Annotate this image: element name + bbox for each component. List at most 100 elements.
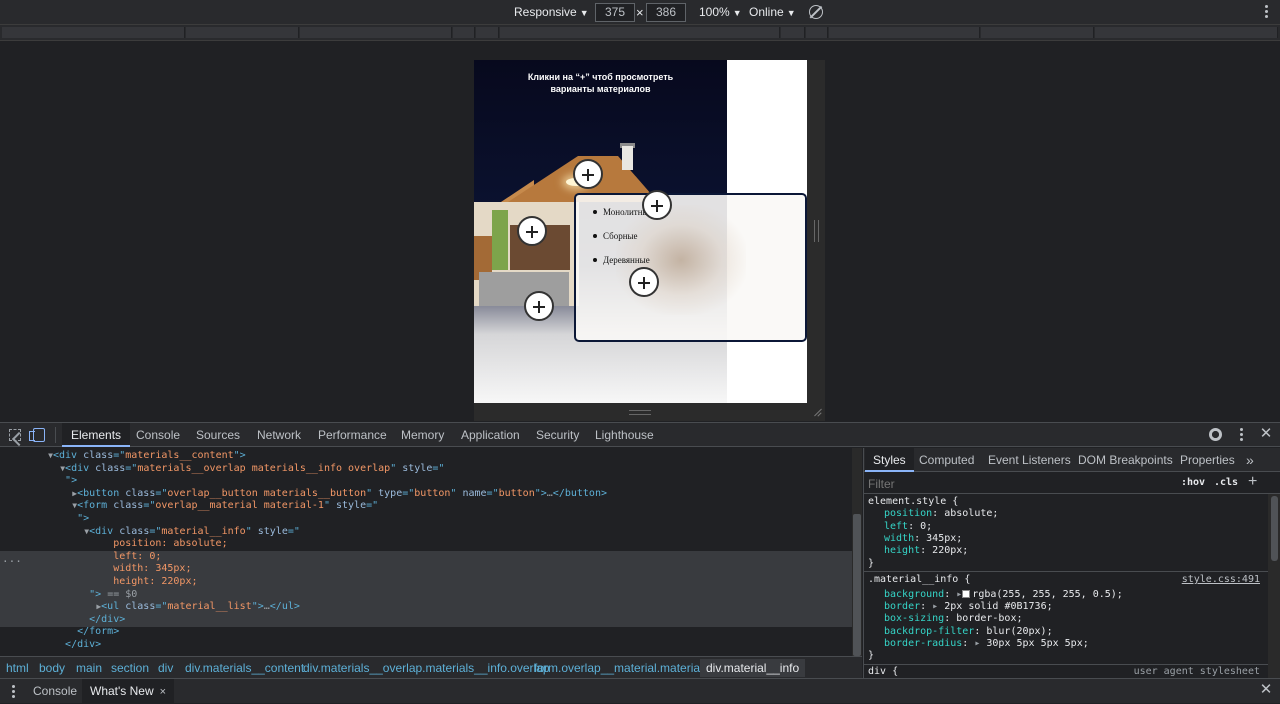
media-query-segment[interactable] <box>981 27 1094 38</box>
media-query-segment[interactable] <box>829 27 980 38</box>
breadcrumb-item[interactable]: form.overlap__material.material-1 <box>534 661 713 675</box>
elements-scrollbar[interactable] <box>852 448 862 656</box>
media-query-bar <box>0 25 1280 41</box>
drawer-tab-whats-new[interactable]: What's New × <box>82 679 175 703</box>
breadcrumb-item[interactable]: html <box>6 661 29 675</box>
dom-tree-line[interactable]: ▼<div class="materials__content"> <box>0 450 852 463</box>
color-swatch[interactable] <box>962 589 971 598</box>
material-item-prefab[interactable]: Сборные <box>592 229 653 253</box>
breadcrumb-item[interactable]: div <box>158 661 173 675</box>
resize-handle-bottom[interactable] <box>474 403 825 421</box>
dom-tree-line[interactable]: position: absolute; <box>0 538 852 551</box>
drawer-tab-console[interactable]: Console <box>25 679 85 703</box>
media-query-segment[interactable] <box>500 27 780 38</box>
tab-memory[interactable]: Memory <box>392 423 453 447</box>
plus-button-attic[interactable] <box>642 190 672 220</box>
dom-tree-line[interactable]: height: 220px; <box>0 576 852 589</box>
tab-network[interactable]: Network <box>248 423 310 447</box>
drawer-menu-icon[interactable] <box>12 685 15 700</box>
resize-corner-icon[interactable] <box>812 407 822 417</box>
plus-button-wall[interactable] <box>517 216 547 246</box>
breadcrumb-item[interactable]: div.materials__overlap.materials__info.o… <box>303 661 550 675</box>
media-query-segment[interactable] <box>2 27 185 38</box>
breadcrumb-item[interactable]: div.materials__content <box>185 661 304 675</box>
dom-tree-line[interactable]: </form> <box>0 626 852 639</box>
chevron-down-icon: ▼ <box>786 8 796 18</box>
inspect-element-icon[interactable] <box>9 429 21 441</box>
tab-elements[interactable]: Elements <box>62 423 131 447</box>
tab-security[interactable]: Security <box>527 423 588 447</box>
style-property[interactable]: border: ▸ 2px solid #0B1736; <box>864 601 1268 613</box>
media-query-segment[interactable] <box>806 27 828 38</box>
styles-scrollbar[interactable] <box>1268 494 1280 678</box>
dom-tree-line[interactable]: "> <box>0 475 852 488</box>
more-options-icon[interactable] <box>1240 428 1243 443</box>
rule-close: } <box>868 650 875 662</box>
tab-event-listeners[interactable]: Event Listeners <box>980 448 1079 472</box>
breadcrumb-item[interactable]: body <box>39 661 65 675</box>
more-tabs-icon[interactable]: » <box>1238 448 1262 472</box>
responsive-dropdown[interactable]: Responsive ▼ <box>514 4 589 21</box>
device-width-input[interactable]: 375 <box>595 3 635 22</box>
breadcrumb-item[interactable]: main <box>76 661 102 675</box>
settings-gear-icon[interactable] <box>1209 428 1222 441</box>
dom-tree-line[interactable]: width: 345px; <box>0 563 852 576</box>
more-options-icon[interactable] <box>1265 5 1268 20</box>
style-property[interactable]: position: absolute; <box>864 508 1268 520</box>
tab-properties[interactable]: Properties <box>1172 448 1243 472</box>
breadcrumb-item-active[interactable]: div.material__info <box>700 659 806 677</box>
close-tab-icon[interactable]: × <box>160 686 166 698</box>
style-property[interactable]: box-sizing: border-box; <box>864 613 1268 625</box>
add-style-rule-icon[interactable]: + <box>1248 473 1257 491</box>
tab-performance[interactable]: Performance <box>309 423 396 447</box>
dom-tree-line[interactable]: left: 0; <box>0 551 852 564</box>
plus-button-foundation[interactable] <box>524 291 554 321</box>
dom-tree-line[interactable]: </div> <box>0 639 852 652</box>
style-property[interactable]: border-radius: ▸ 30px 5px 5px 5px; <box>864 638 1268 650</box>
dom-tree-line[interactable]: ▼<div class="material__info" style=" <box>0 526 852 539</box>
style-property[interactable]: background: ▸ rgba(255, 255, 255, 0.5); <box>864 589 1268 601</box>
media-query-segment[interactable] <box>453 27 475 38</box>
plus-button-roof[interactable] <box>573 159 603 189</box>
divider <box>55 427 56 443</box>
breadcrumb-item[interactable]: section <box>111 661 149 675</box>
media-query-segment[interactable] <box>1095 27 1278 38</box>
dom-tree-line[interactable]: ▶<ul class="material__list">…</ul> <box>0 601 852 614</box>
hover-state-toggle[interactable]: :hov <box>1181 477 1205 488</box>
tab-dom-breakpoints[interactable]: DOM Breakpoints <box>1070 448 1181 472</box>
source-link[interactable]: style.css:491 <box>1182 574 1260 586</box>
rotate-icon[interactable] <box>809 5 823 19</box>
tab-styles[interactable]: Styles <box>865 448 914 472</box>
dom-tree-line[interactable]: </div> <box>0 614 852 627</box>
close-devtools-icon[interactable]: ✕ <box>1259 426 1273 441</box>
zoom-dropdown[interactable]: 100% ▼ <box>699 4 742 21</box>
media-query-segment[interactable] <box>300 27 452 38</box>
media-query-segment[interactable] <box>476 27 499 38</box>
class-toggle[interactable]: .cls <box>1214 477 1238 488</box>
dom-tree-line[interactable]: ▼<form class="overlap__material material… <box>0 500 852 513</box>
style-property[interactable]: left: 0; <box>864 521 1268 533</box>
tab-console[interactable]: Console <box>127 423 189 447</box>
close-drawer-icon[interactable]: ✕ <box>1259 682 1273 697</box>
dom-tree-line[interactable]: ▼<div class="materials__overlap material… <box>0 463 852 476</box>
device-toolbar-icon[interactable] <box>29 428 45 442</box>
resize-handle-right[interactable] <box>807 60 825 403</box>
dom-tree-line[interactable]: "> == $0 <box>0 589 852 602</box>
styles-filter-input[interactable] <box>868 475 1173 492</box>
style-property[interactable]: backdrop-filter: blur(20px); <box>864 626 1268 638</box>
tab-sources[interactable]: Sources <box>187 423 249 447</box>
throttle-dropdown[interactable]: Online ▼ <box>749 4 796 21</box>
media-query-segment[interactable] <box>186 27 299 38</box>
dom-tree-line[interactable]: ▶<button class="overlap__button material… <box>0 488 852 501</box>
chevron-down-icon: ▼ <box>732 8 742 18</box>
style-property[interactable]: height: 220px; <box>864 545 1268 557</box>
zoom-label: 100% <box>699 5 730 19</box>
style-property[interactable]: width: 345px; <box>864 533 1268 545</box>
tab-computed[interactable]: Computed <box>911 448 982 472</box>
media-query-segment[interactable] <box>781 27 805 38</box>
tab-lighthouse[interactable]: Lighthouse <box>586 423 663 447</box>
tab-application[interactable]: Application <box>452 423 529 447</box>
plus-button-floor[interactable] <box>629 267 659 297</box>
device-height-input[interactable]: 386 <box>646 3 686 22</box>
dom-tree-line[interactable]: "> <box>0 513 852 526</box>
